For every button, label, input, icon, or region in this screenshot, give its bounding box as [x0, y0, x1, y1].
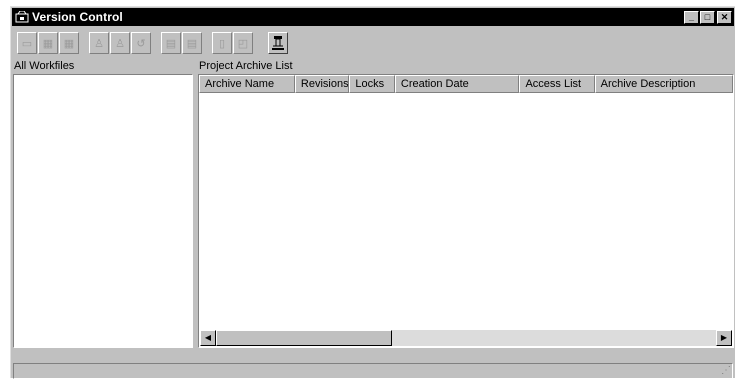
undo-checkout-icon[interactable]: ↺: [131, 32, 151, 54]
all-workfiles-pane: All Workfiles: [13, 60, 193, 348]
horizontal-scrollbar[interactable]: ◀ ▶: [200, 330, 732, 346]
maximize-button[interactable]: □: [700, 10, 715, 24]
checkout-icon[interactable]: ♙: [110, 32, 130, 54]
app-icon[interactable]: [14, 10, 30, 24]
new-archive-icon[interactable]: ▭: [17, 32, 37, 54]
scroll-thumb[interactable]: [216, 330, 392, 346]
column-archive-description[interactable]: Archive Description: [594, 75, 733, 93]
all-workfiles-label: All Workfiles: [14, 60, 75, 72]
view-file-icon[interactable]: ▤: [182, 32, 202, 54]
resize-grip-icon[interactable]: ⋰: [719, 365, 731, 377]
minimize-button[interactable]: _: [684, 10, 699, 24]
project-archive-pane: Project Archive List Archive Name Revisi…: [198, 60, 734, 348]
get-file-icon[interactable]: ▤: [161, 32, 181, 54]
archive-list-header: Archive Name Revisions Locks Creation Da…: [199, 75, 733, 93]
history-icon[interactable]: ◰: [233, 32, 253, 54]
scroll-right-icon[interactable]: ▶: [716, 330, 732, 346]
checkin-icon[interactable]: ♙: [89, 32, 109, 54]
toolbar: ▭ ▦ ▦ ♙ ♙ ↺ ▤ ▤ ▯ ◰: [13, 28, 733, 58]
archive-list[interactable]: Archive Name Revisions Locks Creation Da…: [198, 74, 734, 348]
archive-tool-icon[interactable]: [268, 32, 288, 54]
column-locks[interactable]: Locks: [349, 75, 395, 93]
workfiles-tree[interactable]: [13, 74, 193, 348]
column-access-list[interactable]: Access List: [519, 75, 595, 93]
column-creation-date[interactable]: Creation Date: [394, 75, 520, 93]
remove-file-icon[interactable]: ▦: [59, 32, 79, 54]
status-bar: ⋰: [13, 363, 733, 379]
scroll-left-icon[interactable]: ◀: [200, 330, 216, 346]
properties-icon[interactable]: ▯: [212, 32, 232, 54]
title-bar[interactable]: Version Control _ □ ✕: [12, 8, 734, 26]
close-button[interactable]: ✕: [717, 10, 732, 24]
window-title: Version Control: [32, 10, 123, 24]
version-control-window: Version Control _ □ ✕ ▭ ▦ ▦ ♙ ♙ ↺ ▤ ▤ ▯ …: [10, 6, 735, 379]
project-archive-label: Project Archive List: [199, 60, 293, 72]
column-revisions[interactable]: Revisions: [294, 75, 350, 93]
add-file-icon[interactable]: ▦: [38, 32, 58, 54]
scroll-track[interactable]: [392, 330, 716, 346]
column-archive-name[interactable]: Archive Name: [199, 75, 295, 93]
